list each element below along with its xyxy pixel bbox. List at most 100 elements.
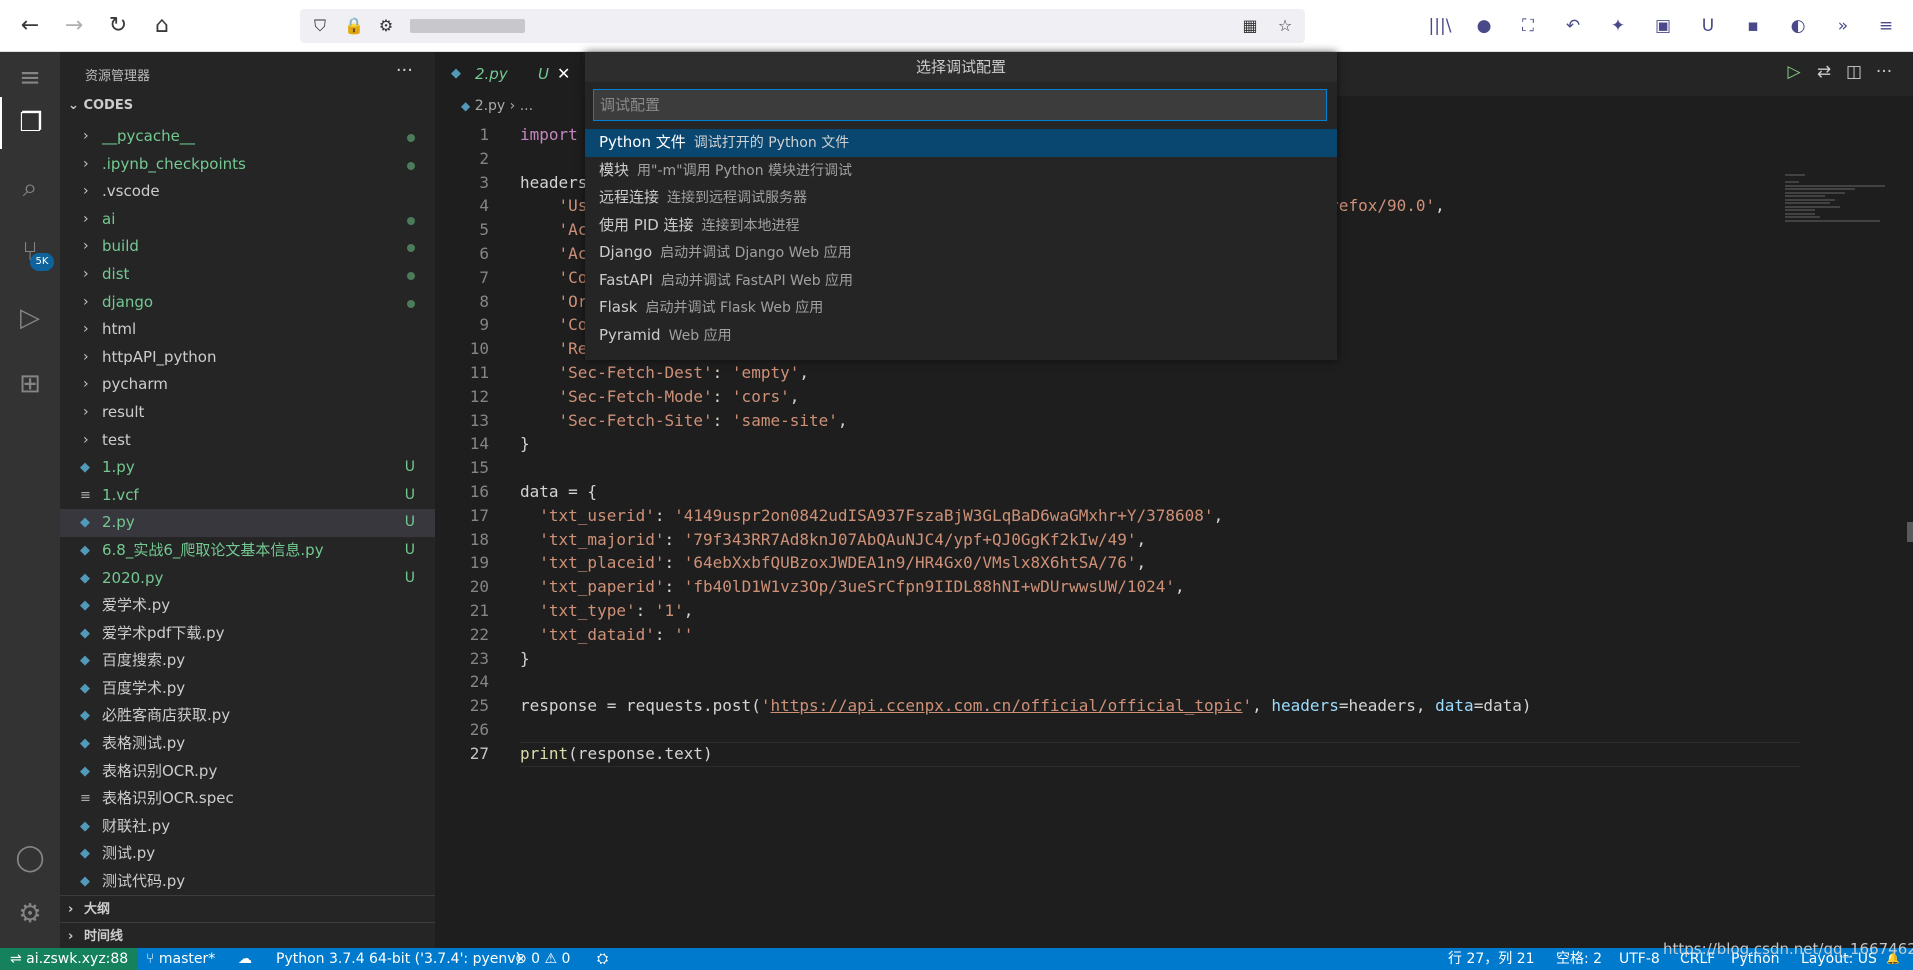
code-line[interactable]: 13 'Sec-Fetch-Site': 'same-site', (435, 409, 1913, 433)
debug-config-option[interactable]: Django 启动并调试 Django Web 应用 (585, 239, 1337, 267)
file-item[interactable]: ≡ 表格识别OCR.spec (60, 785, 435, 813)
code-line[interactable]: 14} (435, 432, 1913, 456)
permissions-icon[interactable]: ⚙ (376, 16, 396, 36)
folder-item[interactable]: › test (60, 427, 435, 455)
extension-icon[interactable]: ◐ (1786, 14, 1810, 38)
sync-icon[interactable]: ☁ (238, 948, 252, 970)
encoding[interactable]: UTF-8 (1619, 948, 1660, 970)
forward-icon[interactable]: → (60, 12, 88, 40)
debug-config-option[interactable]: 模块 用"-m"调用 Python 模块进行调试 (585, 157, 1337, 185)
folder-item[interactable]: › dist (60, 261, 435, 289)
problems-count[interactable]: ⊗ 0 ⚠ 0 (515, 948, 570, 970)
folder-item[interactable]: › django (60, 289, 435, 317)
extension-icon[interactable]: U (1696, 14, 1720, 38)
folder-item[interactable]: › ai (60, 206, 435, 234)
account-icon[interactable]: ● (1472, 14, 1496, 38)
shield-icon[interactable]: ⛉ (310, 16, 330, 36)
screenshot-icon[interactable]: ⛶ (1516, 14, 1540, 38)
debug-config-option[interactable]: 使用 PID 连接 连接到本地进程 (585, 212, 1337, 240)
file-item[interactable]: ◆ 2.py U (60, 509, 435, 537)
file-item[interactable]: ◆ 1.py U (60, 454, 435, 482)
undo-icon[interactable]: ↶ (1561, 14, 1585, 38)
timeline-section[interactable]: › 时间线 (60, 922, 435, 950)
settings-gear-icon[interactable]: ⚙ (0, 888, 60, 940)
git-branch[interactable]: ⑂ master* (146, 948, 215, 970)
bookmark-star-icon[interactable]: ☆ (1275, 16, 1295, 36)
code-line[interactable]: 22 'txt_dataid': '' (435, 623, 1913, 647)
file-item[interactable]: ◆ 表格测试.py (60, 730, 435, 758)
code-line[interactable]: 15 (435, 456, 1913, 480)
tab-2-py[interactable]: ◆ 2.py U ✕ (435, 52, 583, 96)
breadcrumb-symbol[interactable]: ... (520, 98, 533, 114)
more-actions-icon[interactable]: ··· (1869, 62, 1899, 82)
back-icon[interactable]: ← (16, 12, 44, 40)
file-item[interactable]: ◆ 测试.py (60, 840, 435, 868)
run-debug-icon[interactable]: ▷ (0, 292, 60, 344)
file-item[interactable]: ◆ 6.8_实战6_爬取论文基本信息.py U (60, 537, 435, 565)
explorer-icon[interactable]: ❐ (0, 97, 60, 149)
code-line[interactable]: 24 (435, 670, 1913, 694)
extension-icon[interactable]: ▪ (1741, 14, 1765, 38)
python-interpreter[interactable]: Python 3.7.4 64-bit ('3.7.4': pyenv) (276, 948, 521, 970)
file-item[interactable]: ◆ 测试代码.py (60, 868, 435, 896)
lock-icon[interactable]: 🔒 (344, 16, 364, 36)
folder-item[interactable]: › httpAPI_python (60, 344, 435, 372)
home-icon[interactable]: ⌂ (148, 12, 176, 40)
library-icon[interactable]: |||\ (1428, 14, 1452, 38)
more-actions-icon[interactable]: ··· (396, 60, 413, 81)
file-item[interactable]: ◆ 2020.py U (60, 565, 435, 593)
file-item[interactable]: ◆ 百度学术.py (60, 675, 435, 703)
extension-icon[interactable]: ✦ (1606, 14, 1630, 38)
folder-item[interactable]: › build (60, 233, 435, 261)
code-line[interactable]: 20 'txt_paperid': 'fb40lD1W1vz3Op/3ueSrC… (435, 575, 1913, 599)
overflow-chevron-icon[interactable]: » (1831, 14, 1855, 38)
folder-item[interactable]: › .ipynb_checkpoints (60, 151, 435, 179)
extensions-icon[interactable]: ⊞ (0, 358, 60, 410)
code-line[interactable]: 18 'txt_majorid': '79f343RR7Ad8knJ07AbQA… (435, 528, 1913, 552)
file-item[interactable]: ◆ 财联社.py (60, 813, 435, 841)
debug-config-option[interactable]: Pyramid Web 应用 (585, 322, 1337, 350)
url-bar[interactable]: ⛉ 🔒 ⚙ ▦ ☆ (300, 9, 1305, 43)
code-line[interactable]: 26 (435, 718, 1913, 742)
file-item[interactable]: ◆ 表格识别OCR.py (60, 758, 435, 786)
run-file-icon[interactable]: ▷ (1779, 62, 1809, 82)
folder-item[interactable]: › result (60, 399, 435, 427)
file-item[interactable]: ≡ 1.vcf U (60, 482, 435, 510)
file-item[interactable]: ◆ 百度搜索.py (60, 647, 435, 675)
remote-indicator[interactable]: ⇌ ai.zswk.xyz:88 (0, 948, 139, 970)
code-line[interactable]: 25 response = requests.post('https://api.… (435, 694, 1913, 718)
folder-item[interactable]: › __pycache__ (60, 123, 435, 151)
file-item[interactable]: ◆ 必胜客商店获取.py (60, 702, 435, 730)
app-menu-icon[interactable]: ≡ (1874, 14, 1898, 38)
outline-section[interactable]: › 大纲 (60, 895, 435, 923)
code-line[interactable]: 27 print(response.text) (435, 741, 1913, 767)
reload-icon[interactable]: ↻ (104, 12, 132, 40)
debug-config-option[interactable]: FastAPI 启动并调试 FastAPI Web 应用 (585, 267, 1337, 295)
debug-config-option[interactable]: Flask 启动并调试 Flask Web 应用 (585, 294, 1337, 322)
code-line[interactable]: 19 'txt_placeid': '64ebXxbfQUBzoxJWDEA1n… (435, 551, 1913, 575)
split-editor-icon[interactable]: ◫ (1839, 62, 1869, 82)
file-item[interactable]: ◆ 爱学术.py (60, 592, 435, 620)
quick-pick-input[interactable] (593, 89, 1327, 121)
close-icon[interactable]: ✕ (557, 52, 570, 96)
qr-code-icon[interactable]: ▦ (1240, 16, 1260, 36)
workspace-root[interactable]: ⌄ CODES (68, 98, 133, 113)
debug-icon[interactable]: ⛭ (597, 948, 608, 970)
code-line[interactable]: 23} (435, 647, 1913, 671)
code-line[interactable]: 12 'Sec-Fetch-Mode': 'cors', (435, 385, 1913, 409)
code-line[interactable]: 16 data = { (435, 480, 1913, 504)
code-line[interactable]: 11 'Sec-Fetch-Dest': 'empty', (435, 361, 1913, 385)
file-item[interactable]: ◆ 爱学术pdf下载.py (60, 620, 435, 648)
breadcrumb-file[interactable]: 2.py (475, 98, 506, 114)
folder-item[interactable]: › html (60, 316, 435, 344)
folder-item[interactable]: › .vscode (60, 178, 435, 206)
vertical-scrollbar[interactable] (1907, 522, 1913, 542)
extension-icon[interactable]: ▣ (1651, 14, 1675, 38)
cursor-position[interactable]: 行 27，列 21 (1448, 948, 1535, 970)
debug-config-option[interactable]: 远程连接 连接到远程调试服务器 (585, 184, 1337, 212)
account-icon[interactable]: ◯ (0, 832, 60, 884)
code-line[interactable]: 17 'txt_userid': '4149uspr2on0842udISA93… (435, 504, 1913, 528)
debug-config-option[interactable]: Python 文件 调试打开的 Python 文件 (585, 129, 1337, 157)
folder-item[interactable]: › pycharm (60, 371, 435, 399)
search-icon[interactable]: ⌕ (0, 162, 60, 214)
